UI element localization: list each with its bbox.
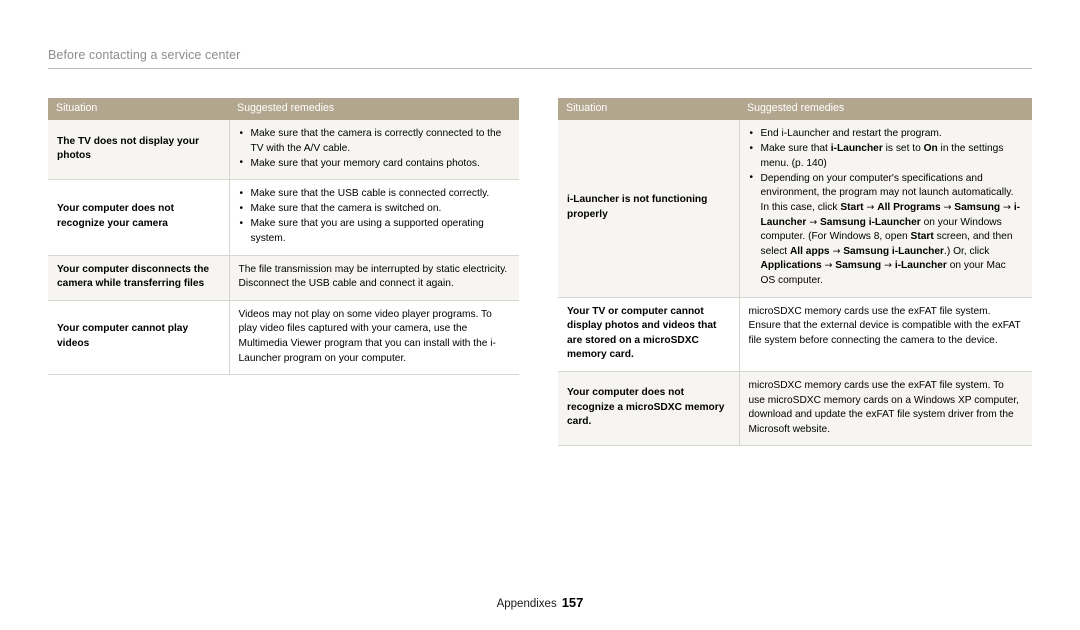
remedy-paragraph: microSDXC memory cards use the exFAT fil… bbox=[748, 379, 1019, 435]
running-head: Before contacting a service center bbox=[48, 46, 1032, 69]
troubleshooting-table-left: Situation Suggested remedies The TV does… bbox=[48, 98, 519, 376]
table-row: Your computer does not recognize your ca… bbox=[48, 179, 519, 256]
page-footer: Appendixes 157 bbox=[0, 594, 1080, 612]
remedy-item: Make sure that your memory card contains… bbox=[239, 156, 511, 172]
remedies-cell: The file transmission may be interrupted… bbox=[229, 255, 519, 301]
remedies-cell: End i-Launcher and restart the program. … bbox=[739, 120, 1032, 298]
remedy-list: Make sure that the USB cable is connecte… bbox=[239, 187, 511, 246]
table-row: Your computer cannot play videos Videos … bbox=[48, 300, 519, 376]
situation-cell: i-Launcher is not functioning properly bbox=[558, 120, 740, 298]
table-row: The TV does not display your photos Make… bbox=[48, 120, 519, 181]
remedy-item: End i-Launcher and restart the program. bbox=[749, 127, 1024, 142]
remedies-cell: Make sure that the USB cable is connecte… bbox=[229, 179, 519, 256]
footer-page-number: 157 bbox=[561, 595, 584, 610]
remedy-item: Make sure that the camera is switched on… bbox=[239, 202, 511, 217]
remedy-item: Make sure that the camera is correctly c… bbox=[239, 126, 511, 156]
remedy-item: Depending on your computer's specificati… bbox=[749, 171, 1024, 289]
remedy-item: Make sure that i-Launcher is set to On i… bbox=[749, 142, 1024, 171]
column-header-remedies: Suggested remedies bbox=[229, 98, 519, 120]
situation-cell: Your computer does not recognize your ca… bbox=[48, 179, 230, 256]
situation-cell: The TV does not display your photos bbox=[48, 120, 230, 181]
column-header-situation: Situation bbox=[48, 98, 229, 120]
table-header-row: Situation Suggested remedies bbox=[558, 98, 1032, 120]
document-page: Before contacting a service center Situa… bbox=[0, 0, 1080, 630]
situation-cell: Your computer cannot play videos bbox=[48, 300, 230, 376]
remedy-item: Make sure that you are using a supported… bbox=[239, 217, 511, 246]
remedy-item: Make sure that the USB cable is connecte… bbox=[239, 187, 511, 202]
column-header-remedies: Suggested remedies bbox=[739, 98, 1032, 120]
table-row: Your computer disconnects the camera whi… bbox=[48, 255, 519, 301]
situation-cell: Your computer disconnects the camera whi… bbox=[48, 255, 230, 301]
table-header-row: Situation Suggested remedies bbox=[48, 98, 519, 120]
remedy-list: End i-Launcher and restart the program. … bbox=[749, 127, 1024, 289]
footer-section-label: Appendixes bbox=[496, 598, 557, 610]
remedies-cell: microSDXC memory cards use the exFAT fil… bbox=[739, 371, 1032, 447]
troubleshooting-table-right: Situation Suggested remedies i-Launcher … bbox=[558, 98, 1032, 447]
table-row: Your TV or computer cannot display photo… bbox=[558, 297, 1032, 372]
remedy-paragraph: The file transmission may be interrupted… bbox=[238, 263, 508, 290]
table-row: Your computer does not recognize a micro… bbox=[558, 371, 1032, 447]
remedies-cell: Videos may not play on some video player… bbox=[229, 300, 519, 376]
table-row: i-Launcher is not functioning properly E… bbox=[558, 120, 1032, 298]
remedies-cell: Make sure that the camera is correctly c… bbox=[229, 120, 519, 181]
remedy-paragraph: microSDXC memory cards use the exFAT fil… bbox=[748, 305, 1021, 346]
remedies-cell: microSDXC memory cards use the exFAT fil… bbox=[739, 297, 1032, 372]
page-title: Before contacting a service center bbox=[48, 48, 241, 62]
remedy-paragraph: Videos may not play on some video player… bbox=[238, 308, 496, 364]
situation-cell: Your computer does not recognize a micro… bbox=[558, 371, 740, 447]
header-divider bbox=[48, 68, 1032, 69]
column-header-situation: Situation bbox=[558, 98, 739, 120]
situation-cell: Your TV or computer cannot display photo… bbox=[558, 297, 740, 372]
remedy-list: Make sure that the camera is correctly c… bbox=[239, 126, 511, 172]
